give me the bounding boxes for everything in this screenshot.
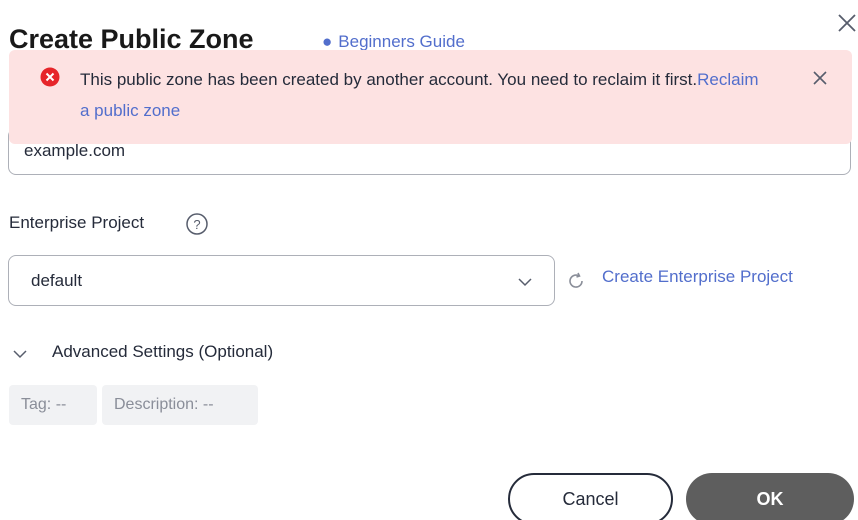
- zone-name-value: example.com: [24, 141, 126, 160]
- alert-close-icon[interactable]: [809, 67, 831, 89]
- error-icon: [40, 67, 60, 87]
- svg-text:?: ?: [193, 217, 200, 232]
- chevron-down-icon: [518, 278, 532, 287]
- error-alert: This public zone has been created by ano…: [9, 50, 852, 144]
- refresh-icon[interactable]: [566, 271, 586, 291]
- enterprise-project-select[interactable]: default: [8, 255, 555, 306]
- beginners-guide-link[interactable]: ● Beginners Guide: [322, 32, 465, 52]
- help-icon[interactable]: ?: [185, 212, 209, 236]
- close-icon[interactable]: [836, 12, 858, 34]
- beginners-guide-label: Beginners Guide: [338, 32, 465, 51]
- enterprise-project-label: Enterprise Project: [9, 213, 145, 232]
- cancel-button[interactable]: Cancel: [508, 473, 673, 520]
- create-enterprise-project-link[interactable]: Create Enterprise Project: [602, 267, 793, 287]
- ok-button[interactable]: OK: [686, 473, 854, 520]
- tag-summary: Tag: --: [9, 385, 97, 425]
- alert-message-text: This public zone has been created by ano…: [80, 70, 698, 89]
- user-guide-icon: ●: [322, 32, 333, 51]
- alert-message: This public zone has been created by ano…: [80, 64, 770, 126]
- chevron-down-icon: [13, 350, 27, 359]
- enterprise-project-value: default: [31, 271, 83, 290]
- description-summary: Description: --: [102, 385, 258, 425]
- advanced-settings-label: Advanced Settings (Optional): [52, 342, 274, 361]
